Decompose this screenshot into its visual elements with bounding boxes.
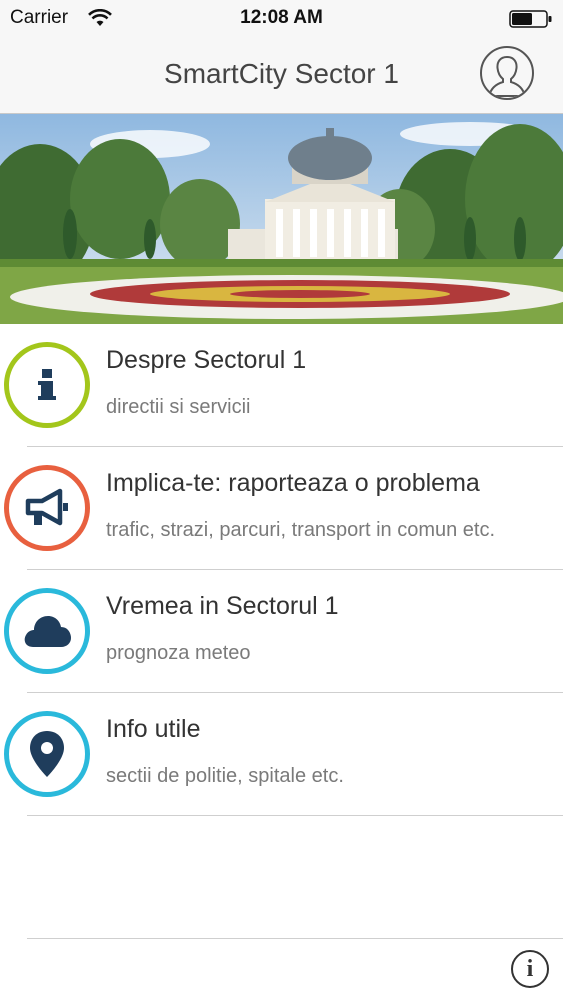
menu-icon-ring	[4, 465, 90, 551]
clock: 12:08 AM	[240, 7, 323, 28]
footer-divider	[27, 938, 563, 939]
info-icon	[38, 369, 56, 400]
menu-item-title: Info utile	[106, 715, 201, 743]
menu-item-implica-te[interactable]: Implica-te: raporteaza o problema trafic…	[0, 447, 563, 570]
menu-item-subtitle: trafic, strazi, parcuri, transport in co…	[106, 519, 496, 541]
user-profile-icon	[487, 55, 527, 97]
menu-icon-ring	[4, 342, 90, 428]
cloud-icon	[24, 616, 71, 647]
menu-item-vremea[interactable]: Vremea in Sectorul 1 prognoza meteo	[0, 570, 563, 693]
info-icon: i	[526, 955, 534, 982]
map-pin-icon	[30, 731, 64, 777]
romanian-athenaeum-photo	[0, 114, 563, 324]
menu-item-title: Vremea in Sectorul 1	[106, 592, 339, 620]
status-bar: Carrier 12:08 AM	[0, 0, 563, 38]
profile-button[interactable]	[480, 46, 534, 100]
divider	[27, 815, 563, 816]
menu-item-info-utile[interactable]: Info utile sectii de politie, spitale et…	[0, 693, 563, 816]
menu-item-despre-sectorul[interactable]: Despre Sectorul 1 directii si servicii	[0, 324, 563, 447]
menu-item-title: Despre Sectorul 1	[106, 346, 307, 374]
menu-item-subtitle: prognoza meteo	[106, 642, 251, 664]
menu-item-title: Implica-te: raporteaza o problema	[106, 469, 480, 497]
banner-image	[0, 114, 563, 324]
battery-icon	[509, 10, 552, 28]
menu-list: Despre Sectorul 1 directii si servicii I…	[0, 324, 563, 816]
menu-item-subtitle: directii si servicii	[106, 396, 251, 418]
megaphone-icon	[25, 488, 68, 526]
app-title: SmartCity Sector 1	[164, 58, 399, 89]
menu-item-subtitle: sectii de politie, spitale etc.	[106, 765, 344, 787]
navigation-bar: SmartCity Sector 1	[0, 38, 563, 114]
info-button[interactable]: i	[511, 950, 549, 988]
menu-icon-ring	[4, 711, 90, 797]
menu-icon-ring	[4, 588, 90, 674]
